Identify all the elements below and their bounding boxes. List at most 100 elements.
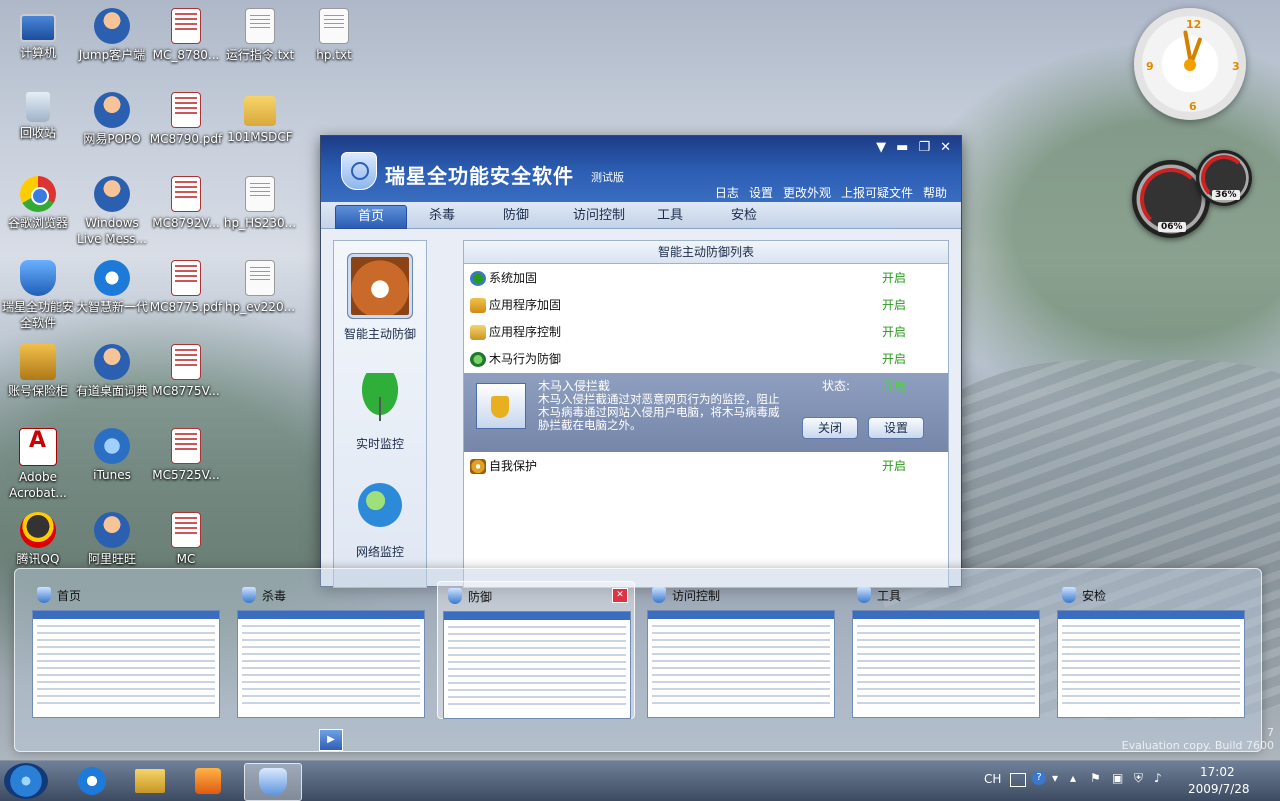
thumbnail-preview-line [652, 632, 830, 634]
thumbnail-title: 工具 [877, 589, 902, 603]
thumbnail-preview-line [448, 689, 626, 691]
taskbar-explorer-button[interactable] [122, 763, 178, 799]
self-protect-icon [470, 459, 486, 474]
desktop-icon[interactable]: 瑞星全功能安全软件 [0, 260, 76, 331]
sidebar-item-network-monitor[interactable]: 网络监控 [334, 483, 426, 560]
pdf-icon [171, 92, 201, 128]
window-titlebar[interactable]: 瑞星全功能安全软件 测试版 ▼ ▬ ❐ ✕ 日志 设置 更改外观 上报可疑文件 … [321, 136, 961, 202]
help-icon[interactable]: ? [1032, 771, 1046, 785]
clock-time[interactable]: 17:02 [1200, 765, 1235, 779]
desktop-icon[interactable]: 大智慧新一代 [74, 260, 150, 315]
device-icon[interactable]: ▣ [1112, 771, 1123, 785]
thumbnail-2[interactable]: 杀毒 [232, 581, 428, 718]
desktop-icon[interactable]: 回收站 [0, 92, 76, 141]
taskbar-rising-button[interactable] [244, 763, 302, 801]
thumbnail-preview-line [857, 653, 1035, 655]
memory-percent: 36% [1212, 190, 1240, 200]
tab-home[interactable]: 首页 [335, 205, 407, 229]
minimize-button[interactable]: ▬ [896, 140, 908, 155]
thumbnail-preview-line [1062, 702, 1240, 704]
close-feature-button[interactable]: 关闭 [802, 417, 858, 439]
desktop-icon[interactable]: MC [148, 512, 224, 567]
thumbnail-1[interactable]: 首页 [27, 581, 223, 718]
doc-icon [245, 260, 275, 296]
desktop-icon[interactable]: MC8792V... [148, 176, 224, 231]
show-hidden-icon[interactable]: ▴ [1070, 771, 1076, 785]
desktop-icon[interactable]: 101MSDCF [222, 92, 298, 145]
desktop-icon[interactable]: 运行指令.txt [222, 8, 298, 63]
desktop-icon[interactable]: hp_HS230... [222, 176, 298, 231]
desktop-icon[interactable]: 网易POPO [74, 92, 150, 147]
desktop-icon-label: MC5725V... [152, 468, 220, 482]
tab-access-control[interactable]: 访问控制 [557, 205, 641, 227]
list-item-trojan-intercept-expanded[interactable]: 木马入侵拦截 木马入侵拦截通过对恶意网页行为的监控，阻止木马病毒通过网站入侵用户… [464, 373, 948, 452]
sidebar-item-realtime-monitor[interactable]: 实时监控 [334, 373, 426, 452]
desktop-icon[interactable]: MC8775.pdf [148, 260, 224, 315]
list-item-trojan-behavior[interactable]: 木马行为防御 开启 [464, 346, 948, 373]
taskbar-ie-button[interactable] [64, 763, 120, 799]
taskbar-media-button[interactable] [180, 763, 236, 799]
maximize-button[interactable]: ❐ [918, 140, 930, 155]
list-item-app-hardening[interactable]: 应用程序加固 开启 [464, 292, 948, 319]
desktop-icon[interactable]: 腾讯QQ [0, 512, 76, 567]
list-item-self-protection[interactable]: 自我保护 开启 [464, 453, 948, 480]
start-button[interactable] [4, 763, 48, 799]
desktop-icon[interactable]: hp_ev220... [222, 260, 298, 315]
clock-date[interactable]: 2009/7/28 [1188, 782, 1250, 796]
rising-logo-icon [341, 152, 377, 190]
thumbnail-preview-line [242, 646, 420, 648]
desktop-icon[interactable]: 计算机 [0, 8, 76, 61]
tab-antivirus[interactable]: 杀毒 [407, 205, 477, 227]
thumbnail-6[interactable]: 安检 [1052, 581, 1248, 718]
log-link[interactable]: 日志 [715, 184, 739, 201]
menu-dropdown-button[interactable]: ▼ [876, 140, 886, 155]
settings-link[interactable]: 设置 [749, 184, 773, 201]
options-arrow-icon[interactable]: ▾ [1052, 771, 1058, 785]
change-skin-link[interactable]: 更改外观 [783, 184, 831, 201]
memory-meter-gadget[interactable]: 36% [1196, 150, 1252, 206]
clock-gadget[interactable]: 12 3 6 9 [1134, 8, 1246, 120]
list-item-system-hardening[interactable]: 系统加固 开启 [464, 265, 948, 292]
desktop-icon[interactable]: 谷歌浏览器 [0, 176, 76, 231]
desktop-icon[interactable]: 账号保险柜 [0, 344, 76, 399]
list-item-app-control[interactable]: 应用程序控制 开启 [464, 319, 948, 346]
help-link[interactable]: 帮助 [923, 184, 947, 201]
desktop-icon[interactable]: MC_8780... [148, 8, 224, 63]
desktop-icon[interactable]: 阿里旺旺 [74, 512, 150, 567]
rising-tray-icon[interactable]: ⛨ [1134, 771, 1143, 786]
tab-defense[interactable]: 防御 [481, 205, 551, 227]
thumbnail-preview-line [652, 674, 830, 676]
desktop-icon[interactable]: iTunes [74, 428, 150, 483]
play-arrow-icon[interactable]: ▶ [319, 729, 343, 751]
desktop-icon[interactable]: MC8775V... [148, 344, 224, 399]
clock-number: 12 [1186, 18, 1202, 31]
keyboard-icon[interactable] [1010, 773, 1026, 787]
thumbnail-close-icon[interactable]: ✕ [612, 588, 628, 603]
shield-icon [857, 587, 871, 603]
thumbnail-4[interactable]: 访问控制 [642, 581, 838, 718]
thumbnail-preview-line [652, 667, 830, 669]
doc-icon [319, 8, 349, 44]
thumbnail-3[interactable]: 防御 ✕ [437, 581, 635, 719]
desktop-icon[interactable]: Jump客户端 [74, 8, 150, 63]
desktop-icon[interactable]: MC5725V... [148, 428, 224, 483]
thumbnail-5[interactable]: 工具 [847, 581, 1043, 718]
desktop-icon[interactable]: MC8790.pdf [148, 92, 224, 147]
report-suspicious-link[interactable]: 上报可疑文件 [841, 184, 913, 201]
close-button[interactable]: ✕ [940, 140, 951, 155]
sidebar-item-active-defense[interactable]: 智能主动防御 [334, 253, 426, 342]
tab-security-check[interactable]: 安检 [709, 205, 779, 227]
qq-icon [20, 512, 56, 548]
desktop-icon[interactable]: Adobe Acrobat... [0, 428, 76, 501]
list-item-status: 开启 [882, 298, 907, 312]
volume-icon[interactable]: ♪ [1154, 771, 1162, 785]
desktop-icon[interactable]: 有道桌面词典 [74, 344, 150, 399]
thumbnail-preview-line [37, 695, 215, 697]
desktop-icon[interactable]: Windows Live Mess... [74, 176, 150, 247]
feature-settings-button[interactable]: 设置 [868, 417, 924, 439]
language-indicator[interactable]: CH [984, 772, 1001, 786]
tab-tools[interactable]: 工具 [635, 205, 705, 227]
desktop-icon-label: 网易POPO [83, 132, 141, 146]
desktop-icon[interactable]: hp.txt [296, 8, 372, 63]
flag-icon[interactable]: ⚑ [1090, 771, 1101, 785]
